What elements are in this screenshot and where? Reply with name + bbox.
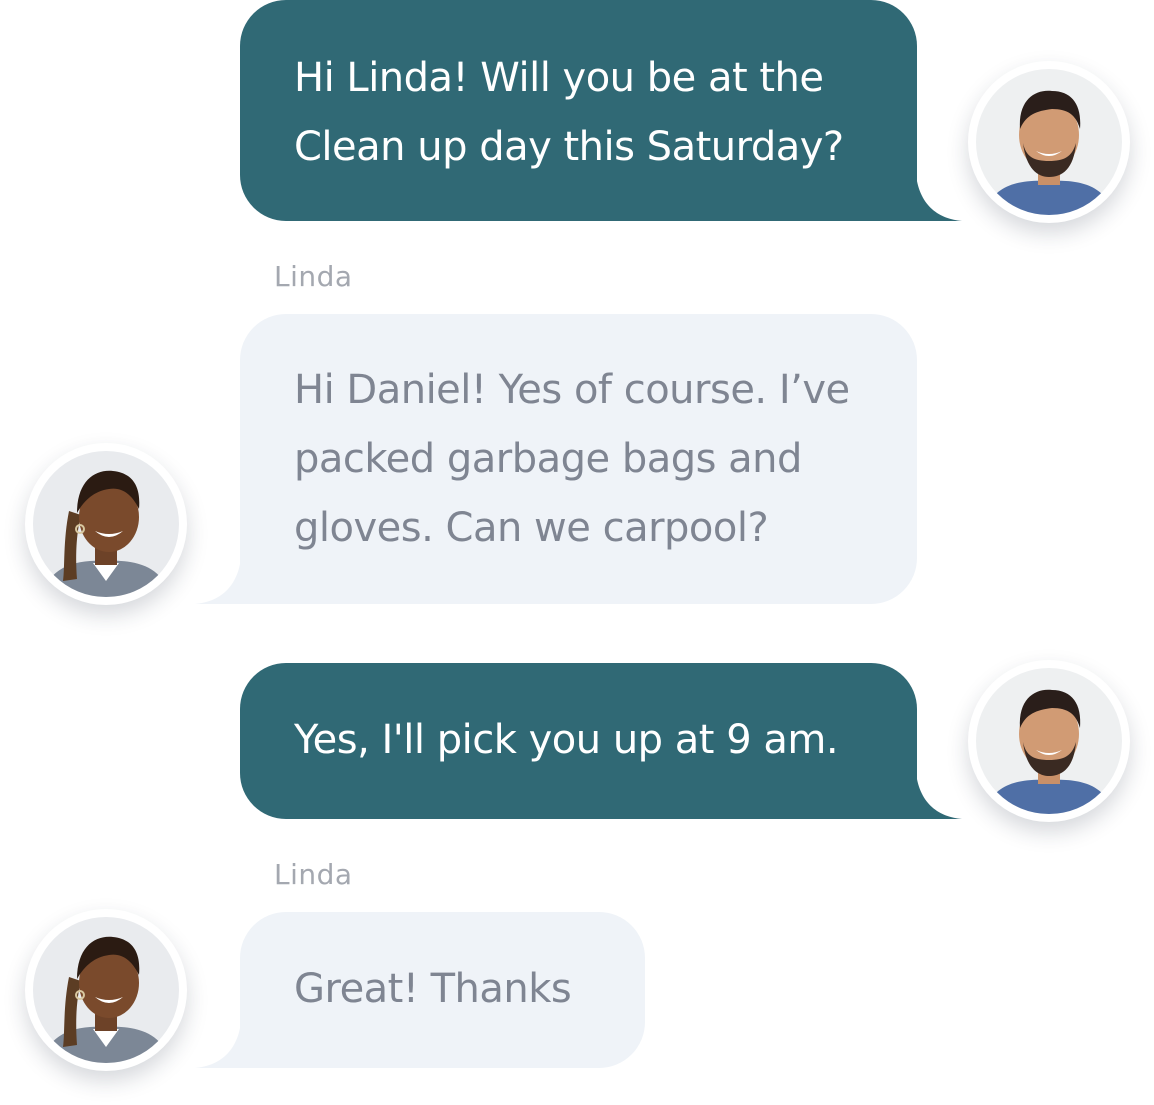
linda-avatar [25,909,187,1071]
sender-name-label: Linda [274,260,353,293]
message-text-line: packed garbage bags and [294,436,802,482]
message-text-line: Clean up day this Saturday? [294,124,844,170]
message-bubble-outgoing: Yes, I'll pick you up at 9 am. [240,663,917,819]
bubble-tail [916,175,962,221]
message-bubble-incoming: Great! Thanks [240,912,645,1068]
daniel-avatar [968,61,1130,223]
daniel-avatar [968,660,1130,822]
linda-avatar [25,443,187,605]
message-text-line: Hi Daniel! Yes of course. I’ve [294,367,850,413]
message-text-line: Yes, I'll pick you up at 9 am. [294,717,839,763]
message-text-line: gloves. Can we carpool? [294,505,769,551]
bubble-tail [195,558,241,604]
message-bubble-incoming: Hi Daniel! Yes of course. I’ve packed ga… [240,314,917,604]
sender-name-label: Linda [274,858,353,891]
message-text-line: Great! Thanks [294,966,572,1012]
message-bubble-outgoing: Hi Linda! Will you be at the Clean up da… [240,0,917,221]
bubble-tail [195,1022,241,1068]
message-text-line: Hi Linda! Will you be at the [294,55,824,101]
bubble-tail [916,773,962,819]
